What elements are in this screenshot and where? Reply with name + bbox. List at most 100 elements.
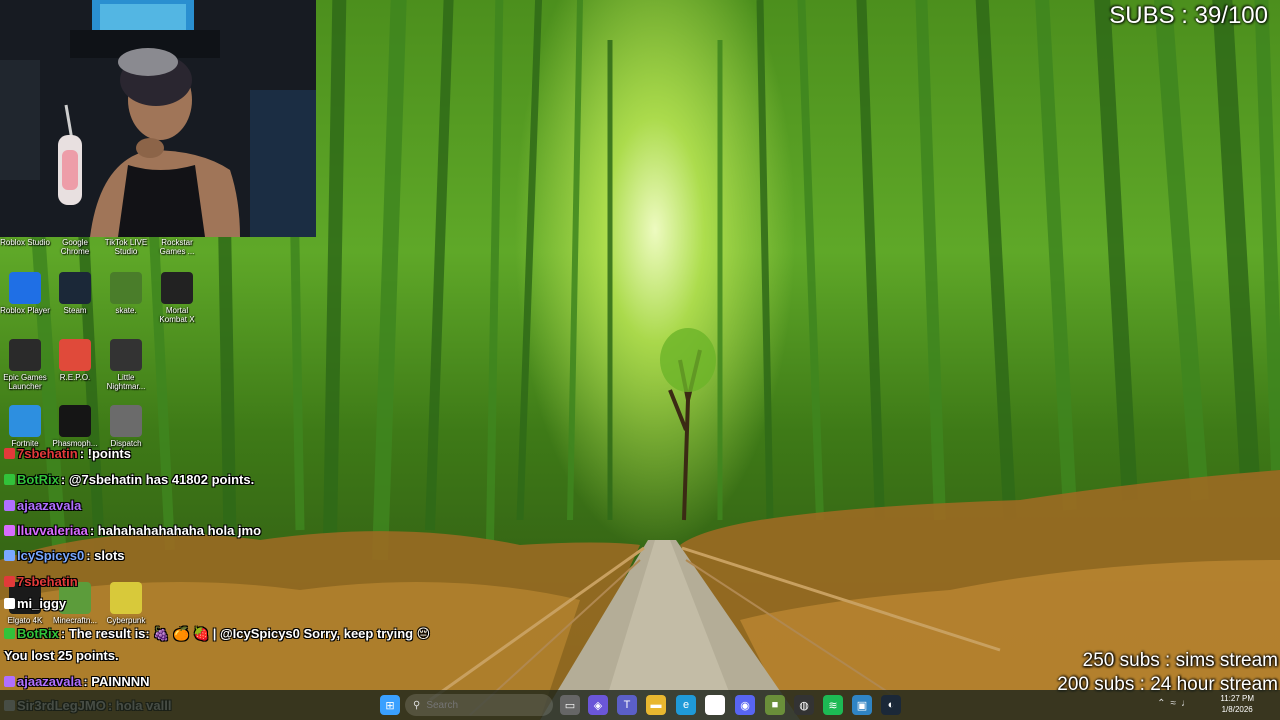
desktop-icon-cyberpunk[interactable]: Cyberpunk xyxy=(101,582,151,625)
desktop-icon-repo[interactable]: R.E.P.O. xyxy=(50,339,100,382)
chat-username: ajaazavala xyxy=(17,498,82,513)
chat-text: : PAINNNN xyxy=(83,674,150,689)
chat-username: mi_iggy xyxy=(17,596,67,611)
chat-message: IcySpicys0: slots xyxy=(4,548,125,563)
desktop-icon-label: Roblox Studio xyxy=(0,238,50,247)
steam-icon xyxy=(59,272,91,304)
desktop-icon-label: skate. xyxy=(115,306,137,315)
desktop-icon-epic-games[interactable]: Epic Games Launcher xyxy=(0,339,50,391)
clock-time: 11:27 PM xyxy=(1220,694,1254,703)
edge-icon[interactable]: e xyxy=(676,695,696,715)
desktop-icon-label: Roblox Player xyxy=(0,306,50,315)
search-input[interactable] xyxy=(426,699,517,711)
desktop-icon-steam[interactable]: Steam xyxy=(50,272,100,315)
bamboo-stalk xyxy=(567,0,583,521)
chat-message: mi_iggy xyxy=(4,596,68,611)
chat-text: : slots xyxy=(86,548,125,563)
bamboo-stalk xyxy=(425,0,454,531)
chat-message: ajaazavala: PAINNNN xyxy=(4,674,150,689)
chat-text: You lost 25 points. xyxy=(4,648,119,663)
file-explorer-icon[interactable]: ▬ xyxy=(646,695,666,715)
chat-text: : !points xyxy=(79,446,131,461)
discord-icon[interactable]: ◉ xyxy=(735,695,755,715)
bamboo-stalk xyxy=(975,0,1017,521)
desktop-icon-fortnite[interactable]: Fortnite xyxy=(0,405,50,448)
desktop-icon-label: Mortal Kombat X xyxy=(159,306,195,324)
desktop-icon-label: Steam xyxy=(63,306,87,315)
goal-line: 250 subs : sims stream xyxy=(1082,650,1278,671)
taskbar: ⚲ ⊞ ▭ ◈ T ▬ e ▦ ◉ ■ ◍ ≋ ▣ ◐ ⌃≈♩ 11:27 PM 1/8/2026 xyxy=(0,690,1280,720)
desktop-icon-roblox-player[interactable]: Roblox Player xyxy=(0,272,50,315)
bamboo-stalk xyxy=(323,0,347,541)
phasmophobia-icon xyxy=(59,405,91,437)
chat-badge-icon xyxy=(4,598,15,609)
chat-username: ajaazavala xyxy=(17,674,82,689)
chat-message: BotRix: The result is: 🍇 🍊 🍓 | @IcySpicy… xyxy=(4,626,430,642)
spotify-icon[interactable]: ≋ xyxy=(823,695,843,715)
webcam-overlay xyxy=(0,0,316,237)
chat-message: BotRix: @7sbehatin has 41802 points. xyxy=(4,472,254,487)
chat-text: : The result is: 🍇 🍊 🍓 | @IcySpicys0 Sor… xyxy=(60,626,431,641)
desktop-icon-phasmophobia[interactable]: Phasmoph... xyxy=(50,405,100,448)
roblox-player-icon xyxy=(9,272,41,304)
mortal-kombat-icon xyxy=(161,272,193,304)
bamboo-stalk xyxy=(756,0,774,521)
desktop-app-icon[interactable]: ▣ xyxy=(852,695,872,715)
chat-message: ajaazavala xyxy=(4,498,83,513)
desktop-icon-label: Google Chrome xyxy=(60,238,90,256)
streamer-webcam-feed xyxy=(0,0,316,237)
windows-start-icon[interactable]: ⊞ xyxy=(380,695,400,715)
chat-badge-icon xyxy=(4,500,15,511)
bamboo-stalk xyxy=(1254,0,1280,471)
desktop-icon-label: TikTok LIVE Studio xyxy=(104,238,148,256)
chat-message: You lost 25 points. xyxy=(4,648,119,663)
minecraft-launcher-icon[interactable]: ■ xyxy=(765,695,785,715)
repo-icon xyxy=(59,339,91,371)
desktop-icon-roblox-studio[interactable]: Roblox Studio xyxy=(0,238,50,247)
system-clock[interactable]: 11:27 PM 1/8/2026 xyxy=(1220,693,1254,715)
desktop-icon-rockstar[interactable]: Rockstar Games ... xyxy=(152,238,202,256)
bamboo-stalk xyxy=(516,0,543,521)
desktop-icon-little-nightmares[interactable]: Little Nightmar... xyxy=(101,339,151,391)
bamboo-stalk xyxy=(1094,0,1138,501)
chat-username: 7sbehatin xyxy=(17,574,78,589)
cyberpunk-icon xyxy=(110,582,142,614)
bamboo-stalk xyxy=(797,0,824,521)
taskbar-search[interactable]: ⚲ xyxy=(405,694,553,716)
desktop-icon-label: Minecraftn... xyxy=(52,616,97,625)
teams-icon[interactable]: T xyxy=(617,695,637,715)
steam-taskbar-icon[interactable]: ◐ xyxy=(881,695,901,715)
chat-message: 7sbehatin: !points xyxy=(4,446,131,461)
bamboo-stalk xyxy=(915,0,946,521)
chat-username: lluvvaleriaa xyxy=(17,523,88,538)
dispatch-icon xyxy=(110,405,142,437)
chat-badge-icon xyxy=(4,448,15,459)
chat-badge-icon xyxy=(4,628,15,639)
desktop-icon-skate[interactable]: skate. xyxy=(101,272,151,315)
bamboo-stalk xyxy=(486,0,504,541)
desktop-icon-dispatch[interactable]: Dispatch xyxy=(101,405,151,448)
chat-username: 7sbehatin xyxy=(17,446,78,461)
desktop-icon-label: Little Nightmar... xyxy=(106,373,146,391)
store-icon[interactable]: ▦ xyxy=(705,695,725,715)
desktop-icon-label: Epic Games Launcher xyxy=(3,373,47,391)
chat-badge-icon xyxy=(4,550,15,561)
little-nightmares-icon xyxy=(110,339,142,371)
chat-badge-icon xyxy=(4,474,15,485)
desktop-icon-tiktok[interactable]: TikTok LIVE Studio xyxy=(101,238,151,256)
desktop-icon-label: Elgato 4K xyxy=(7,616,43,625)
bamboo-stalk xyxy=(1212,0,1260,481)
wifi-icon[interactable]: ≈ xyxy=(1171,698,1182,709)
volume-icon[interactable]: ♩ xyxy=(1181,698,1196,709)
desktop-icon-mortal-kombat[interactable]: Mortal Kombat X xyxy=(152,272,202,324)
epic-games-icon xyxy=(9,339,41,371)
chevron-up-icon[interactable]: ⌃ xyxy=(1157,698,1170,709)
system-tray[interactable]: ⌃≈♩ xyxy=(1157,698,1196,709)
obs-icon[interactable]: ◍ xyxy=(794,695,814,715)
chat-badge-icon xyxy=(4,525,15,536)
chat-username: BotRix xyxy=(17,472,59,487)
task-view-icon[interactable]: ▭ xyxy=(560,695,580,715)
chat-badge-icon xyxy=(4,576,15,587)
copilot-icon[interactable]: ◈ xyxy=(588,695,608,715)
desktop-icon-chrome[interactable]: Google Chrome xyxy=(50,238,100,256)
